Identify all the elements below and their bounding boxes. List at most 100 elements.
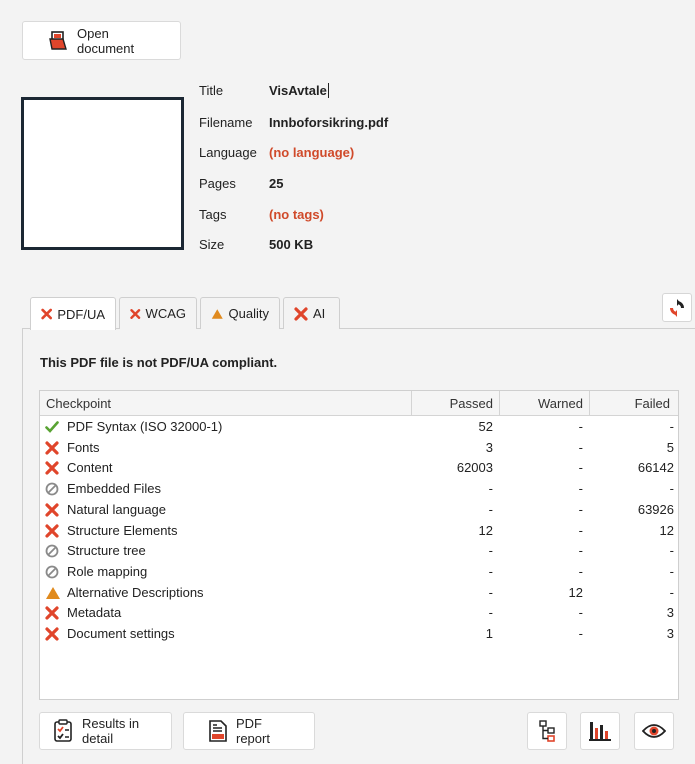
checkpoint-name: Document settings — [67, 626, 175, 641]
failed-count: 5 — [666, 439, 674, 455]
header-failed[interactable]: Failed — [635, 391, 670, 416]
structure-tree-button[interactable] — [527, 712, 567, 750]
check-icon — [45, 420, 59, 434]
results-in-detail-button[interactable]: Results in detail — [39, 712, 172, 750]
not-applicable-icon — [45, 565, 59, 579]
failed-count: 3 — [666, 626, 674, 641]
cross-icon — [45, 523, 59, 538]
checkpoint-name: PDF Syntax (ISO 32000-1) — [67, 419, 223, 434]
warned-count: - — [578, 626, 583, 641]
passed-count: - — [488, 481, 493, 497]
structure-tree-icon — [539, 720, 555, 742]
tab-quality[interactable]: Quality — [200, 297, 280, 329]
refresh-button[interactable] — [662, 293, 692, 322]
pdf-report-button[interactable]: PDF report — [183, 712, 315, 750]
results-in-detail-label: Results in detail — [82, 716, 140, 746]
table-row[interactable]: Role mapping - - - — [40, 562, 678, 583]
warned-count: - — [578, 439, 583, 455]
column-divider — [589, 391, 590, 416]
table-header: Checkpoint Passed Warned Failed — [40, 391, 678, 416]
failed-count: - — [669, 481, 674, 497]
table-row[interactable]: Structure Elements 12 - 12 — [40, 521, 678, 542]
passed-count: 62003 — [456, 460, 493, 476]
tab-ai[interactable]: AI — [283, 297, 340, 329]
checkpoint-name: Content — [67, 460, 113, 476]
passed-count: - — [488, 605, 493, 621]
warned-count: - — [578, 563, 583, 579]
table-row[interactable]: Content 62003 - 66142 — [40, 458, 678, 479]
failed-count: 12 — [659, 522, 674, 538]
checkpoint-name: Metadata — [67, 605, 122, 621]
language-value: (no language) — [269, 145, 355, 160]
checkpoint-name: Structure Elements — [67, 522, 178, 538]
warned-count: - — [578, 543, 583, 559]
size-value: 500 KB — [269, 237, 314, 252]
checkpoint-name: Embedded Files — [67, 481, 161, 497]
preview-button[interactable] — [634, 712, 674, 750]
filename-label: Filename — [199, 115, 253, 130]
passed-count: - — [488, 543, 493, 559]
failed-count: - — [669, 419, 674, 434]
warned-count: - — [578, 605, 583, 621]
table-row[interactable]: PDF Syntax (ISO 32000-1) 52 - - — [40, 417, 678, 438]
cross-icon — [45, 606, 59, 620]
warned-count: - — [578, 481, 583, 497]
warned-count: - — [578, 419, 583, 434]
table-row[interactable]: Document settings 1 - 3 — [40, 624, 678, 645]
open-document-icon — [49, 30, 67, 50]
passed-count: 3 — [485, 439, 493, 455]
warning-triangle-icon — [45, 586, 60, 600]
tab-label: WCAG — [145, 306, 186, 321]
column-divider — [411, 391, 412, 416]
pages-label: Pages — [199, 176, 236, 191]
title-label: Title — [199, 83, 224, 98]
compliance-summary: This PDF file is not PDF/UA compliant. — [40, 355, 278, 370]
header-checkpoint[interactable]: Checkpoint — [46, 391, 111, 416]
tab-wcag[interactable]: WCAG — [119, 297, 197, 329]
eye-icon — [642, 724, 666, 738]
tab-label: PDF/UA — [57, 306, 105, 322]
table-row[interactable]: Natural language - - 63926 — [40, 500, 678, 521]
text-caret — [327, 83, 329, 98]
not-applicable-icon — [45, 544, 59, 558]
checkpoint-name: Natural language — [67, 501, 167, 517]
cross-icon — [294, 306, 308, 321]
cross-icon — [45, 461, 59, 475]
passed-count: 12 — [478, 522, 493, 538]
pdf-report-icon — [209, 720, 227, 742]
cross-icon — [130, 308, 141, 319]
open-document-label: Open document — [77, 25, 135, 56]
warned-count: - — [578, 460, 583, 476]
bar-chart-icon — [589, 722, 611, 741]
not-applicable-icon — [45, 482, 59, 496]
table-row[interactable]: Fonts 3 - 5 — [40, 438, 678, 459]
size-label: Size — [199, 237, 225, 252]
header-warned[interactable]: Warned — [538, 391, 583, 416]
table-row[interactable]: Structure tree - - - — [40, 541, 678, 562]
passed-count: - — [488, 563, 493, 579]
title-value[interactable]: VisAvtale — [269, 83, 329, 98]
warning-triangle-icon — [211, 308, 223, 319]
tab-pdfua[interactable]: PDF/UA — [30, 297, 116, 330]
table-row[interactable]: Metadata - - 3 — [40, 603, 678, 624]
checklist-clipboard-icon — [54, 719, 72, 742]
header-passed[interactable]: Passed — [450, 391, 493, 416]
table-row[interactable]: Alternative Descriptions - 12 - — [40, 583, 678, 604]
tags-value: (no tags) — [269, 207, 324, 222]
checkpoint-name: Structure tree — [67, 543, 146, 559]
open-document-button[interactable]: Open document — [22, 21, 181, 60]
tab-label: Quality — [228, 306, 269, 321]
title-text: VisAvtale — [269, 83, 327, 98]
tags-label: Tags — [199, 207, 227, 222]
language-label: Language — [199, 145, 257, 160]
pdf-report-label: PDF report — [236, 716, 270, 746]
passed-count: - — [488, 501, 493, 517]
failed-count: - — [669, 543, 674, 559]
failed-count: - — [669, 584, 674, 600]
failed-count: - — [669, 563, 674, 579]
column-divider — [499, 391, 500, 416]
passed-count: 1 — [485, 626, 493, 641]
statistics-button[interactable] — [580, 712, 620, 750]
failed-count: 63926 — [637, 501, 674, 517]
table-row[interactable]: Embedded Files - - - — [40, 479, 678, 500]
